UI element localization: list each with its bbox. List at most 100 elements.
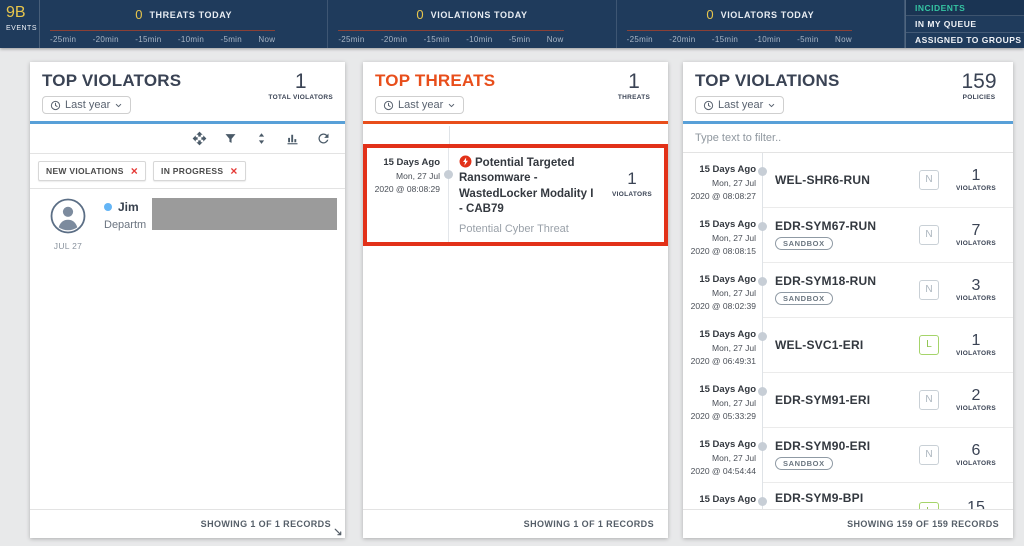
violation-row-main: EDR-SYM67-RUN SANDBOX N 7 VIOLATORS: [763, 208, 1013, 263]
policy-name-block: EDR-SYM67-RUN SANDBOX: [775, 219, 911, 251]
events-counter: 9B EVENTS: [0, 0, 40, 48]
resize-handle-icon[interactable]: [332, 526, 343, 537]
timeline-dot: [444, 170, 453, 179]
timeline-dot: [758, 332, 767, 341]
violation-list-item[interactable]: 15 Days Ago Mon, 27 Jul 2020 @ 08:02:39 …: [683, 263, 1013, 318]
chip-new-violations[interactable]: NEW VIOLATIONS ×: [38, 161, 146, 181]
clock-icon: [383, 100, 394, 111]
remove-filter-icon[interactable]: ×: [230, 167, 237, 175]
violations-record-count: SHOWING 159 OF 159 RECORDS: [683, 509, 1013, 538]
period-dropdown[interactable]: Last year: [42, 96, 131, 114]
sandbox-tag: SANDBOX: [775, 457, 833, 470]
menu-item-assigned-to-groups[interactable]: ASSIGNED TO GROUPS: [906, 33, 1024, 48]
timeline-tick-label: Now: [258, 35, 275, 44]
top-right-menu: INCIDENTS IN MY QUEUE ASSIGNED TO GROUPS: [905, 0, 1024, 48]
violation-date: JUL 27: [42, 241, 94, 251]
remove-filter-icon[interactable]: ×: [131, 167, 138, 175]
top-threats-header: TOP THREATS Last year 1 THREATS: [363, 62, 668, 121]
violations-today-count: 0: [416, 7, 423, 22]
events-label: EVENTS: [6, 25, 37, 32]
violation-list-item[interactable]: 15 Days Ago Mon, 27 Jul 2020 @ 08:08:15 …: [683, 208, 1013, 263]
policy-name: EDR-SYM18-RUN: [775, 274, 911, 288]
chevron-down-icon: [767, 101, 776, 110]
violation-list-item[interactable]: 15 Days Ago Mon, 27 Jul 2020 @ 04:49:09 …: [683, 483, 1013, 510]
menu-item-incidents[interactable]: INCIDENTS: [906, 0, 1024, 16]
timeline-tick-label: -5min: [221, 35, 243, 44]
violators-record-count: SHOWING 1 OF 1 RECORDS: [30, 509, 345, 538]
threat-details: Potential Targeted Ransomware - WastedLo…: [449, 148, 600, 242]
chevron-down-icon: [447, 101, 456, 110]
clock-icon: [50, 100, 61, 111]
threat-timeline-spacer: [363, 124, 668, 144]
violators-today-header: 0VIOLATORS TODAY: [617, 6, 904, 24]
menu-item-in-my-queue[interactable]: IN MY QUEUE: [906, 16, 1024, 32]
timeline-tick-label: Now: [547, 35, 564, 44]
severity-badge: N: [919, 225, 939, 245]
refresh-icon[interactable]: [316, 131, 331, 146]
violation-row-main: EDR-SYM90-ERI SANDBOX N 6 VIOLATORS: [763, 428, 1013, 483]
violation-row-main: EDR-SYM91-ERI N 2 VIOLATORS: [763, 373, 1013, 428]
violators-today-section[interactable]: 0VIOLATORS TODAY -25min-20min-15min-10mi…: [617, 0, 905, 48]
sort-icon[interactable]: [254, 131, 269, 146]
timeline-dot: [758, 497, 767, 506]
timeline-tick-label: -20min: [93, 35, 119, 44]
violations-today-section[interactable]: 0VIOLATIONS TODAY -25min-20min-15min-10m…: [328, 0, 616, 48]
policy-name: WEL-SHR6-RUN: [775, 173, 911, 187]
chart-icon[interactable]: [285, 131, 300, 146]
violation-timestamp: 15 Days Ago Mon, 27 Jul 2020 @ 06:49:31: [683, 318, 763, 373]
timeline-tick-label: -15min: [712, 35, 738, 44]
timeline-tick-label: -10min: [178, 35, 204, 44]
violation-timestamp: 15 Days Ago Mon, 27 Jul 2020 @ 08:02:39: [683, 263, 763, 318]
violation-violators-counter: 6 VIOLATORS: [947, 442, 1005, 467]
period-dropdown[interactable]: Last year: [375, 96, 464, 114]
threat-timestamp: 15 Days Ago Mon, 27 Jul 2020 @ 08:08:29: [367, 148, 449, 242]
top-status-bar: 9B EVENTS 0THREATS TODAY -25min-20min-15…: [0, 0, 1024, 48]
dashboard-main: TOP VIOLATORS Last year 1 TOTAL VIOLATOR…: [0, 48, 1024, 538]
violation-timestamp: 15 Days Ago Mon, 27 Jul 2020 @ 08:08:15: [683, 208, 763, 263]
violation-list-item[interactable]: 15 Days Ago Mon, 27 Jul 2020 @ 06:49:31 …: [683, 318, 1013, 373]
severity-badge: L: [919, 502, 939, 510]
policies-counter: 159 POLICIES: [957, 71, 1001, 101]
timeline-tick-label: -20min: [669, 35, 695, 44]
sandbox-tag: SANDBOX: [775, 237, 833, 250]
presence-dot: [104, 203, 112, 211]
status-filter-chips: NEW VIOLATIONS × IN PROGRESS ×: [30, 154, 345, 189]
threat-category: Potential Cyber Threat: [459, 223, 596, 235]
threat-list-item-selected[interactable]: 15 Days Ago Mon, 27 Jul 2020 @ 08:08:29 …: [363, 144, 668, 246]
move-icon[interactable]: [192, 131, 207, 146]
chip-in-progress[interactable]: IN PROGRESS ×: [153, 161, 246, 181]
threats-counter: 1 THREATS: [612, 71, 656, 101]
severity-badge: N: [919, 280, 939, 300]
violation-list-item[interactable]: 15 Days Ago Mon, 27 Jul 2020 @ 04:54:44 …: [683, 428, 1013, 483]
period-label: Last year: [398, 99, 443, 111]
filter-icon[interactable]: [223, 131, 238, 146]
period-label: Last year: [65, 99, 110, 111]
policy-name-block: EDR-SYM91-ERI: [775, 393, 911, 407]
violation-violators-counter: 1 VIOLATORS: [947, 167, 1005, 192]
sandbox-tag: SANDBOX: [775, 292, 833, 305]
violations-today-header: 0VIOLATIONS TODAY: [328, 6, 615, 24]
violators-toolbar: [30, 124, 345, 154]
period-dropdown[interactable]: Last year: [695, 96, 784, 114]
threats-today-section[interactable]: 0THREATS TODAY -25min-20min-15min-10min-…: [40, 0, 328, 48]
violator-list-item[interactable]: JUL 27 Jim Departm: [30, 189, 345, 260]
total-violators-counter: 1 TOTAL VIOLATORS: [268, 71, 333, 101]
violation-row-main: WEL-SHR6-RUN N 1 VIOLATORS: [763, 153, 1013, 208]
violation-list-item[interactable]: 15 Days Ago Mon, 27 Jul 2020 @ 05:33:29 …: [683, 373, 1013, 428]
violator-avatar-block: JUL 27: [42, 198, 94, 251]
events-count: 9B: [6, 4, 37, 22]
timeline-dot: [758, 167, 767, 176]
threat-violators-counter: 1 VIOLATORS: [600, 148, 664, 242]
violation-list-item[interactable]: 15 Days Ago Mon, 27 Jul 2020 @ 08:08:27 …: [683, 153, 1013, 208]
timeline-axis: [50, 30, 275, 31]
timeline-tick-label: -20min: [381, 35, 407, 44]
violation-row-main: EDR-SYM9-BPI EDR-SYM9-BPI L 15 VIOLATORS: [763, 483, 1013, 510]
timeline-dot: [758, 387, 767, 396]
timeline-tick-label: -5min: [509, 35, 531, 44]
threat-title: Potential Targeted Ransomware - WastedLo…: [459, 155, 596, 218]
filter-input[interactable]: [695, 124, 1001, 152]
policy-name: EDR-SYM90-ERI: [775, 439, 911, 453]
timeline-dot: [758, 222, 767, 231]
top-violators-panel: TOP VIOLATORS Last year 1 TOTAL VIOLATOR…: [30, 62, 345, 538]
redaction-box: [152, 198, 337, 230]
